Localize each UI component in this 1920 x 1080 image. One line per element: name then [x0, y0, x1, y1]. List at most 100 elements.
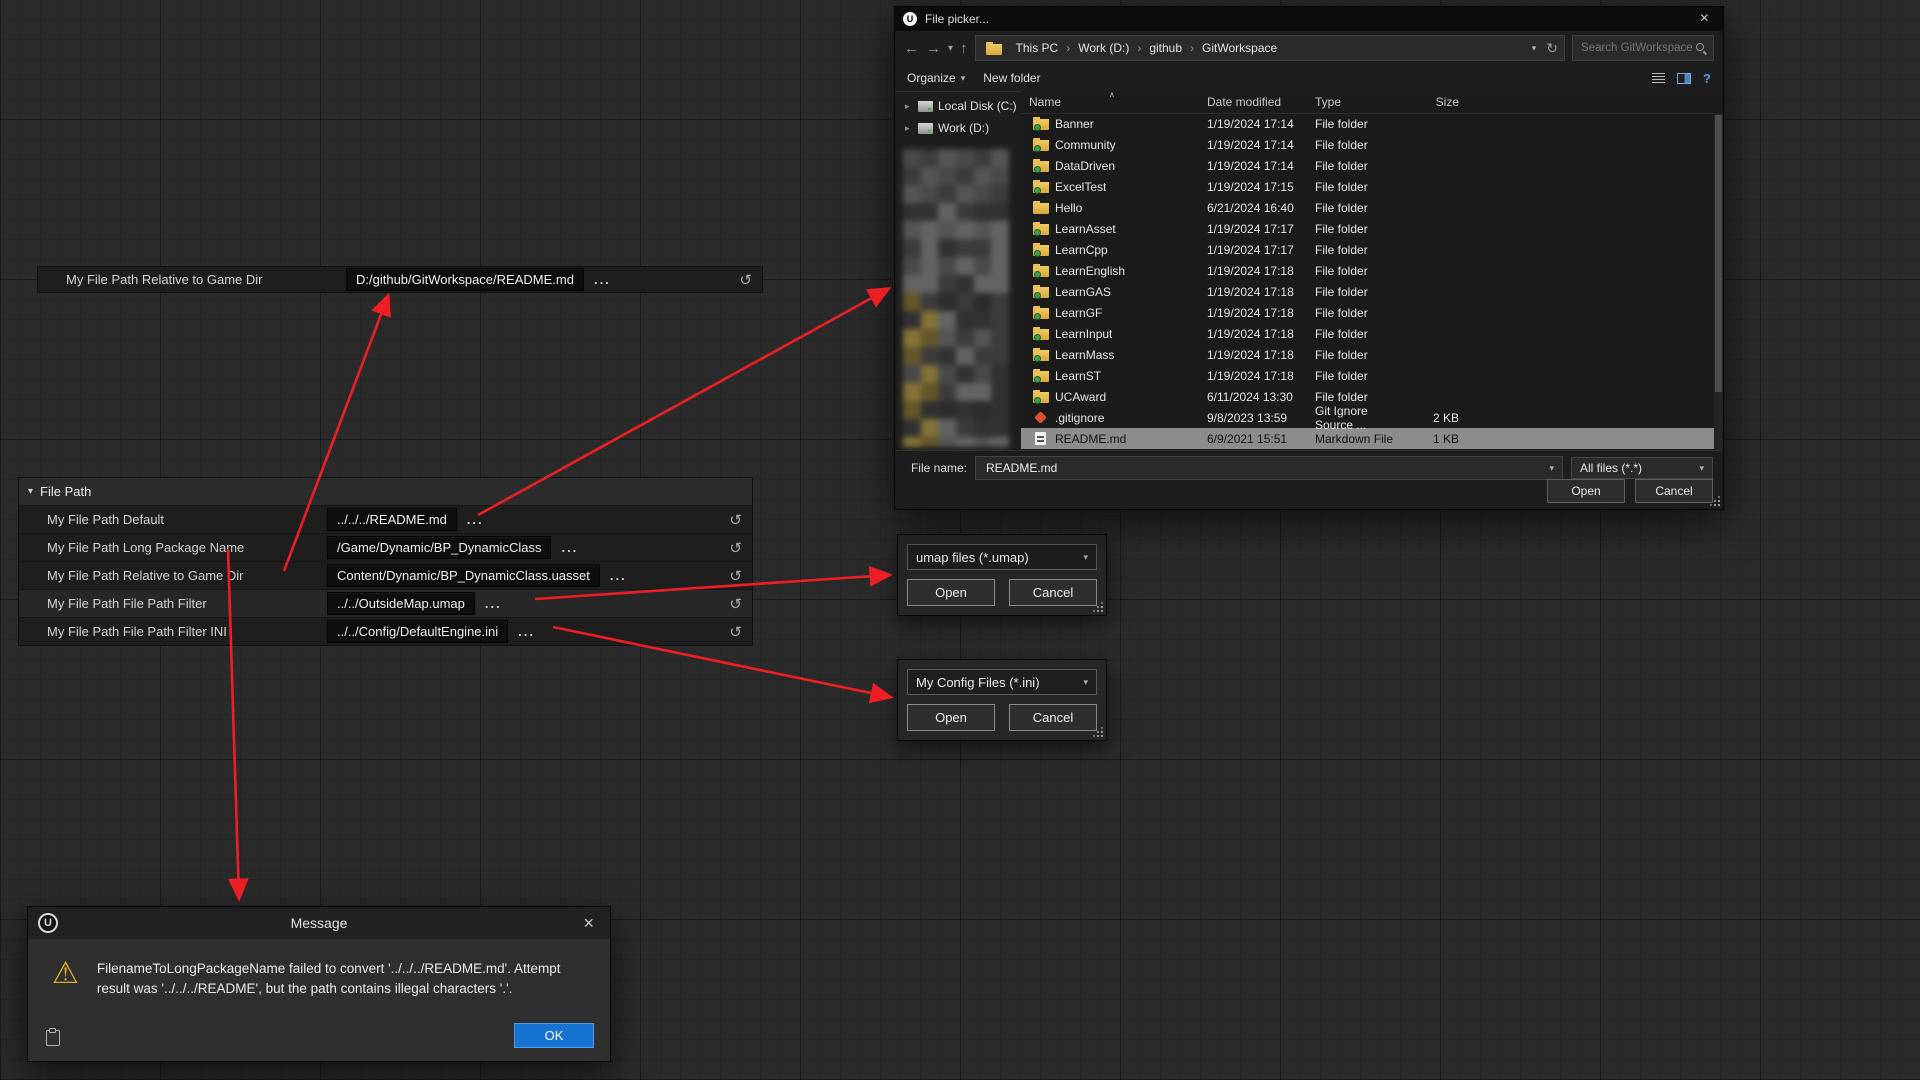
file-name-combobox[interactable]: ▾	[975, 456, 1563, 480]
property-value-field[interactable]: D:/github/GitWorkspace/README.md	[346, 268, 584, 291]
file-row[interactable]: Community1/19/2024 17:14File folder	[1021, 134, 1714, 155]
column-header-date-modified[interactable]: Date modified	[1207, 95, 1315, 109]
browse-ellipsis-button[interactable]: ...	[467, 512, 484, 527]
cancel-button[interactable]: Cancel	[1635, 479, 1713, 503]
resize-grip[interactable]	[1093, 602, 1103, 612]
property-value-field[interactable]: ../../Config/DefaultEngine.ini	[327, 620, 508, 643]
close-icon[interactable]: ×	[1694, 11, 1715, 27]
change-view-icon[interactable]	[1652, 73, 1665, 84]
breadcrumb-item[interactable]: GitWorkspace	[1196, 41, 1283, 55]
property-value-field[interactable]: ../../../README.md	[327, 508, 457, 531]
unreal-graph-canvas[interactable]: My File Path Relative to Game Dir D:/git…	[0, 0, 1920, 1080]
resize-grip[interactable]	[1093, 727, 1103, 737]
breadcrumb-item[interactable]: github	[1143, 41, 1188, 55]
sidebar-item-work-d[interactable]: ▸ Work (D:)	[895, 117, 1021, 139]
file-row[interactable]: LearnInput1/19/2024 17:18File folder	[1021, 323, 1714, 344]
column-header-type[interactable]: Type	[1315, 95, 1403, 109]
close-icon[interactable]: ×	[577, 914, 600, 932]
expand-arrow-icon[interactable]: ▾	[28, 486, 33, 497]
refresh-icon[interactable]: ↻	[1546, 40, 1558, 57]
cancel-button[interactable]: Cancel	[1009, 579, 1097, 606]
property-value-field[interactable]: /Game/Dynamic/BP_DynamicClass	[327, 536, 551, 559]
open-button[interactable]: Open	[907, 579, 995, 606]
open-button[interactable]: Open	[907, 704, 995, 731]
search-input[interactable]	[1579, 41, 1695, 55]
cancel-button[interactable]: Cancel	[1009, 704, 1097, 731]
reset-to-default-icon[interactable]: ↺	[729, 595, 742, 613]
reset-to-default-icon[interactable]: ↺	[729, 511, 742, 529]
file-date-modified: 1/19/2024 17:17	[1207, 243, 1315, 257]
vertical-scrollbar[interactable]	[1714, 113, 1723, 451]
reset-to-default-icon[interactable]: ↺	[729, 623, 742, 641]
back-icon[interactable]: ←	[904, 40, 919, 57]
preview-pane-icon[interactable]	[1677, 73, 1691, 84]
tree-chevron-icon[interactable]: ▸	[905, 123, 913, 134]
column-label: Name	[1029, 95, 1061, 109]
sidebar-item-local-disk-c[interactable]: ▸ Local Disk (C:)	[895, 95, 1021, 117]
file-row[interactable]: Banner1/19/2024 17:14File folder	[1021, 113, 1714, 134]
forward-icon[interactable]: →	[926, 40, 941, 57]
reset-to-default-icon[interactable]: ↺	[739, 271, 752, 289]
property-value-field[interactable]: Content/Dynamic/BP_DynamicClass.uasset	[327, 564, 600, 587]
file-row[interactable]: LearnAsset1/19/2024 17:17File folder	[1021, 218, 1714, 239]
recent-locations-chevron-icon[interactable]: ▾	[948, 43, 953, 54]
file-type: File folder	[1315, 306, 1403, 320]
address-dropdown-icon[interactable]: ▾	[1532, 43, 1537, 54]
file-type-filter-select[interactable]: umap files (*.umap) ▾	[907, 544, 1097, 570]
reset-to-default-icon[interactable]: ↺	[729, 567, 742, 585]
breadcrumb-item[interactable]: This PC	[1010, 41, 1065, 55]
file-type-select[interactable]: All files (*.*) ▾	[1571, 457, 1713, 479]
up-icon[interactable]: ↑	[960, 40, 968, 57]
title-bar[interactable]: U File picker... ×	[895, 7, 1723, 31]
reset-to-default-icon[interactable]: ↺	[729, 539, 742, 557]
file-list-rows: Banner1/19/2024 17:14File folderCommunit…	[1021, 113, 1714, 451]
property-row-relative-to-game-dir: My File Path Relative to Game Dir D:/git…	[37, 266, 763, 293]
column-header-size[interactable]: Size	[1403, 95, 1467, 109]
ok-button[interactable]: OK	[514, 1023, 594, 1048]
file-type: File folder	[1315, 327, 1403, 341]
file-row[interactable]: .gitignore9/8/2023 13:59Git Ignore Sourc…	[1021, 407, 1714, 428]
file-type: Git Ignore Source ...	[1315, 404, 1403, 432]
file-row[interactable]: LearnCpp1/19/2024 17:17File folder	[1021, 239, 1714, 260]
file-row[interactable]: DataDriven1/19/2024 17:14File folder	[1021, 155, 1714, 176]
file-name: .gitignore	[1055, 411, 1104, 425]
folder-git-icon	[1033, 117, 1049, 130]
tree-chevron-icon[interactable]: ▸	[905, 101, 913, 112]
file-name-input[interactable]	[984, 460, 1543, 476]
browse-ellipsis-button[interactable]: ...	[610, 568, 627, 583]
browse-ellipsis-button[interactable]: ...	[518, 624, 535, 639]
browse-ellipsis-button[interactable]: ...	[561, 540, 578, 555]
column-header-name[interactable]: Name ∧	[1021, 95, 1207, 109]
new-folder-button[interactable]: New folder	[983, 71, 1040, 85]
file-row[interactable]: LearnST1/19/2024 17:18File folder	[1021, 365, 1714, 386]
search-box[interactable]	[1572, 35, 1714, 61]
category-header[interactable]: ▾ File Path	[19, 478, 752, 505]
file-type-filter-select[interactable]: My Config Files (*.ini) ▾	[907, 669, 1097, 695]
file-name: LearnGF	[1055, 306, 1102, 320]
file-row[interactable]: LearnGF1/19/2024 17:18File folder	[1021, 302, 1714, 323]
browse-ellipsis-button[interactable]: ...	[594, 272, 611, 287]
organize-menu[interactable]: Organize ▾	[907, 71, 965, 85]
help-icon[interactable]: ?	[1703, 71, 1711, 86]
scrollbar-thumb[interactable]	[1715, 115, 1722, 392]
file-name: LearnAsset	[1055, 222, 1116, 236]
file-row[interactable]: ExcelTest1/19/2024 17:15File folder	[1021, 176, 1714, 197]
property-value-field[interactable]: ../../OutsideMap.umap	[327, 592, 475, 615]
file-row[interactable]: LearnMass1/19/2024 17:18File folder	[1021, 344, 1714, 365]
navigation-pane: ▸ Local Disk (C:) ▸ Work (D:)	[895, 91, 1021, 451]
property-label: My File Path File Path Filter	[47, 596, 327, 611]
title-bar[interactable]: U Message ×	[28, 907, 610, 939]
resize-grip[interactable]	[1710, 496, 1720, 506]
chevron-down-icon[interactable]: ▾	[1549, 463, 1554, 474]
file-row[interactable]: README.md6/9/2021 15:51Markdown File1 KB	[1021, 428, 1714, 449]
copy-to-clipboard-icon[interactable]	[46, 1030, 60, 1046]
open-button[interactable]: Open	[1547, 479, 1625, 503]
file-row[interactable]: Hello6/21/2024 16:40File folder	[1021, 197, 1714, 218]
browse-ellipsis-button[interactable]: ...	[485, 596, 502, 611]
file-row[interactable]: LearnEnglish1/19/2024 17:18File folder	[1021, 260, 1714, 281]
dialog-title: Message	[28, 915, 610, 931]
breadcrumb-item[interactable]: Work (D:)	[1072, 41, 1135, 55]
file-row[interactable]: LearnGAS1/19/2024 17:18File folder	[1021, 281, 1714, 302]
file-name: LearnST	[1055, 369, 1101, 383]
folder-git-icon	[1033, 243, 1049, 256]
